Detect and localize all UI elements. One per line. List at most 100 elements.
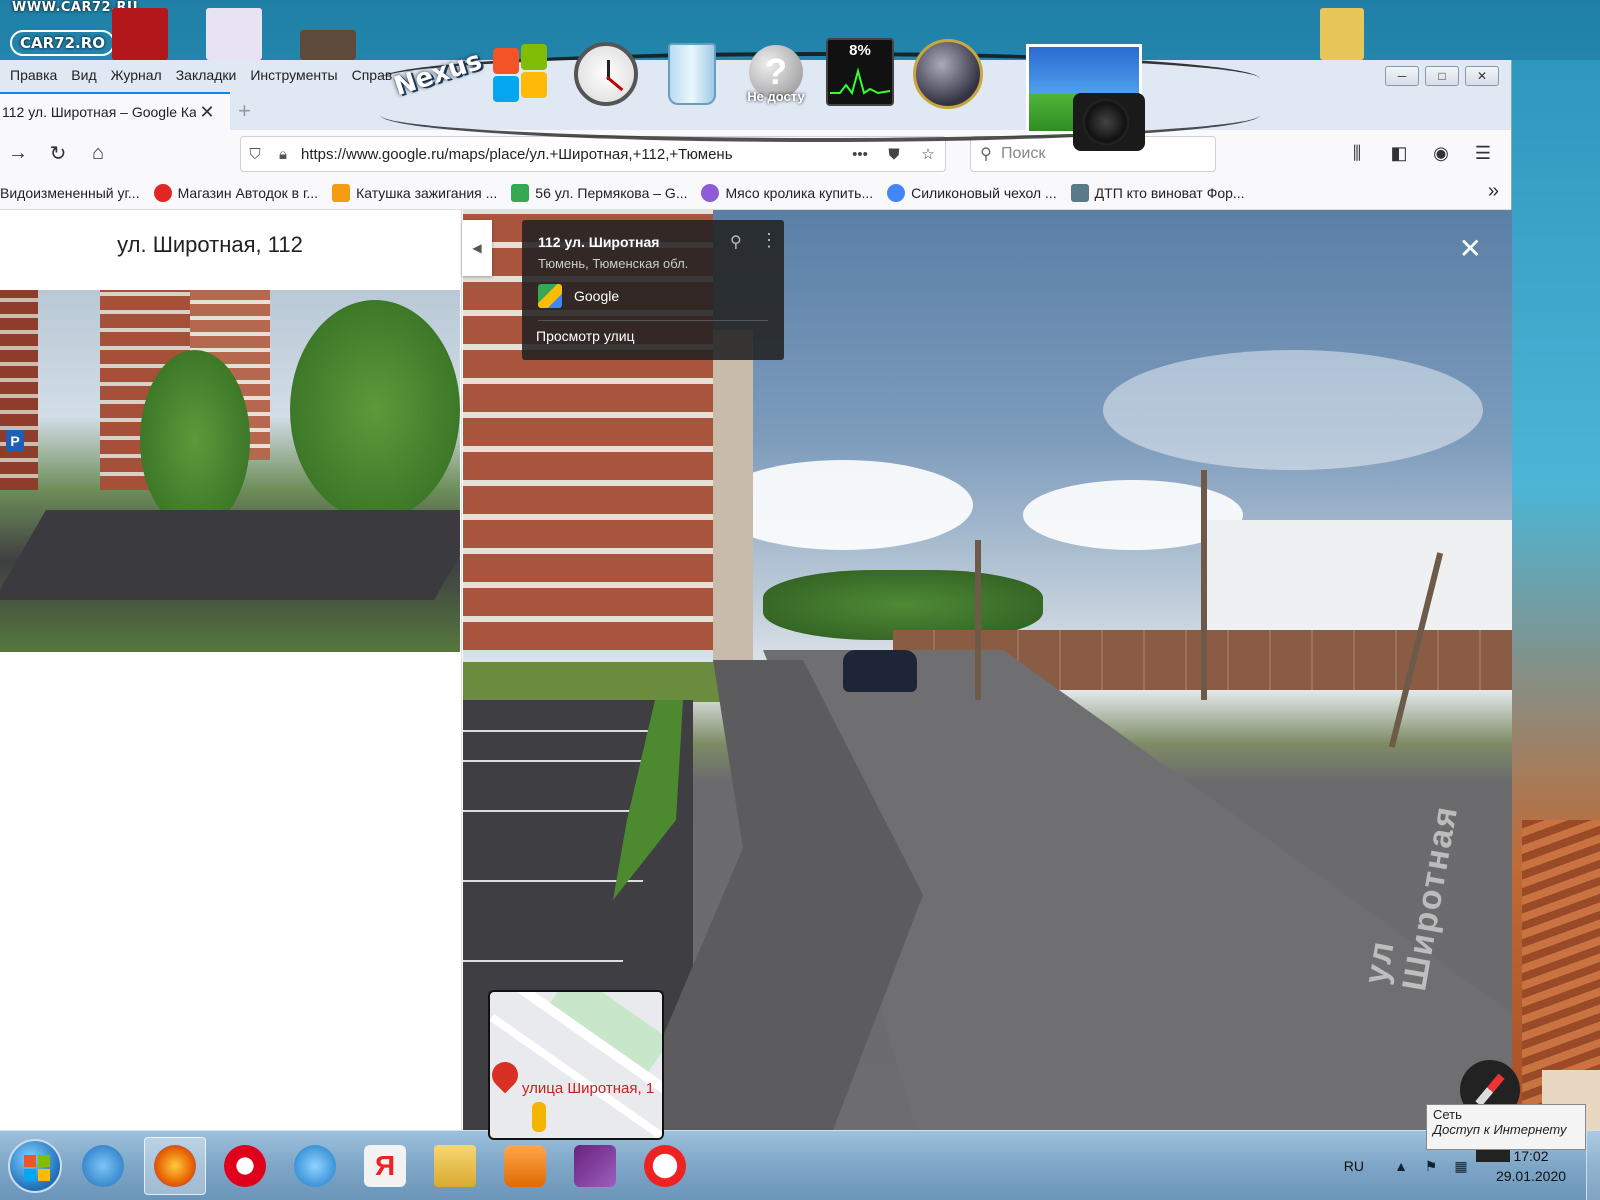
- address-info-card: 112 ул. Широтная Тюмень, Тюменская обл. …: [522, 220, 784, 360]
- bookmarks-overflow-icon[interactable]: »: [1488, 180, 1499, 203]
- tab-title: 112 ул. Широтная – Google Ка: [2, 104, 196, 120]
- place-title: ул. Широтная, 112: [117, 232, 303, 257]
- menu-view[interactable]: Вид: [64, 67, 103, 83]
- maximize-button[interactable]: □: [1425, 66, 1459, 86]
- google-maps-icon: [511, 183, 530, 202]
- photo-thumbnail-icon[interactable]: [300, 30, 356, 60]
- street-view-thumbnail[interactable]: P: [0, 290, 460, 652]
- library-icon[interactable]: ⫼: [1339, 136, 1375, 170]
- windows-flag-icon[interactable]: [485, 38, 557, 110]
- divider: [538, 320, 768, 321]
- file-explorer-icon[interactable]: [424, 1137, 486, 1195]
- clock-date: 29.01.2020: [1495, 1168, 1567, 1184]
- desktop-wallpaper-right: [1512, 60, 1600, 1130]
- help-icon[interactable]: ? Не досту: [740, 38, 812, 110]
- page-actions-icon[interactable]: •••: [843, 146, 877, 163]
- yandex-browser-icon[interactable]: [634, 1137, 696, 1195]
- minimap[interactable]: улица Широтная, 1: [488, 990, 664, 1140]
- menu-history[interactable]: Журнал: [104, 67, 169, 83]
- sidebar-icon[interactable]: ◧: [1381, 136, 1417, 170]
- page-content: ул. Широтная, 112 P ◀ ул Широтная ✕ 112 …: [0, 210, 1520, 1162]
- show-hidden-icons-icon[interactable]: ▲: [1386, 1158, 1416, 1174]
- map-pin-icon: [490, 1056, 524, 1094]
- media-player-icon[interactable]: [494, 1137, 556, 1195]
- visual-studio-icon[interactable]: [564, 1137, 626, 1195]
- bookmark-item[interactable]: Магазин Автодок в г...: [153, 183, 318, 202]
- forward-icon[interactable]: →: [0, 137, 36, 169]
- bookmark-item[interactable]: Катушка зажигания ...: [332, 183, 497, 202]
- language-indicator[interactable]: RU: [1344, 1158, 1364, 1174]
- action-center-icon[interactable]: ⚑: [1416, 1158, 1446, 1175]
- firefox-window: Правка Вид Журнал Закладки Инструменты С…: [0, 60, 1520, 1162]
- bookmark-item[interactable]: Видоизмененный уг...: [0, 185, 140, 201]
- close-window-button[interactable]: ✕: [1465, 66, 1499, 86]
- cpu-meter-widget[interactable]: 8%: [826, 38, 894, 106]
- yandex-icon[interactable]: Я: [354, 1137, 416, 1195]
- menu-bookmarks[interactable]: Закладки: [169, 67, 244, 83]
- menu-tools[interactable]: Инструменты: [243, 67, 344, 83]
- window-controls: ─ □ ✕: [1385, 66, 1499, 86]
- car-icon: [1070, 183, 1089, 202]
- help-label: Не досту: [747, 88, 805, 104]
- car: [843, 650, 917, 692]
- start-button[interactable]: [8, 1139, 62, 1193]
- tooltip-status: Доступ к Интернету: [1433, 1122, 1567, 1137]
- minimize-button[interactable]: ─: [1385, 66, 1419, 86]
- menu-edit[interactable]: Правка: [0, 67, 64, 83]
- more-options-icon[interactable]: ⋮: [760, 230, 778, 251]
- google-maps-icon: [538, 284, 562, 308]
- home-icon[interactable]: ⌂: [80, 137, 116, 169]
- minimap-pin-label: улица Широтная, 1: [522, 1080, 655, 1097]
- camera-icon[interactable]: [1026, 44, 1145, 151]
- network-icon[interactable]: ▦: [1446, 1158, 1476, 1175]
- bookmark-star-icon[interactable]: ☆: [911, 145, 945, 163]
- info-card-title: 112 ул. Широтная: [538, 234, 660, 250]
- search-icon: ⚲: [980, 146, 992, 163]
- opera-icon[interactable]: [214, 1137, 276, 1195]
- toolbar-right: ⫼ ◧ ◉ ☰: [1339, 136, 1501, 170]
- internet-explorer-icon[interactable]: [284, 1137, 346, 1195]
- bookmark-item[interactable]: Мясо кролика купить...: [701, 183, 873, 202]
- shield-icon[interactable]: ⛉: [241, 146, 269, 163]
- recycle-bin-icon[interactable]: [656, 38, 728, 110]
- url-text[interactable]: https://www.google.ru/maps/place/ул.+Шир…: [297, 146, 843, 163]
- desktop-dock: Nexus ? Не досту 8%: [380, 30, 1260, 151]
- avito-icon: [701, 183, 720, 202]
- account-icon[interactable]: ◉: [1423, 136, 1459, 170]
- show-desktop-button[interactable]: [1586, 1131, 1600, 1200]
- place-side-panel: ул. Широтная, 112 P: [0, 210, 462, 1130]
- bookmark-item[interactable]: ДТП кто виноват Фор...: [1070, 183, 1245, 202]
- hamburger-menu-icon[interactable]: ☰: [1465, 136, 1501, 170]
- site-logo-text: CAR72.RO: [10, 30, 116, 56]
- bookmark-item[interactable]: Силиконовый чехол ...: [887, 183, 1057, 202]
- cpu-graph-icon: [830, 67, 890, 96]
- perfume-icon[interactable]: [206, 8, 262, 60]
- pocket-icon[interactable]: ⛊: [877, 146, 911, 163]
- location-pin-icon[interactable]: ⚲: [730, 232, 742, 252]
- tooltip-title: Сеть: [1433, 1107, 1462, 1122]
- pegman-icon[interactable]: [532, 1102, 546, 1132]
- avtodoc-icon: [153, 183, 172, 202]
- reload-icon[interactable]: ↻: [40, 137, 76, 169]
- collapse-panel-button[interactable]: ◀: [462, 220, 492, 276]
- globe-icon[interactable]: [912, 38, 984, 110]
- tab-close-icon[interactable]: ✕: [196, 102, 218, 123]
- firefox-icon[interactable]: [144, 1137, 206, 1195]
- internet-explorer-icon[interactable]: [72, 1137, 134, 1195]
- new-tab-button[interactable]: +: [238, 98, 251, 124]
- search-placeholder: Поиск: [1001, 145, 1046, 162]
- lock-icon[interactable]: 🔒︎: [269, 146, 297, 163]
- road-marking-text: ул Широтная: [1356, 802, 1466, 994]
- provider-label[interactable]: Google: [574, 288, 619, 304]
- exist-icon: [332, 183, 351, 202]
- street-view-link[interactable]: Просмотр улиц: [536, 328, 635, 344]
- clock-icon[interactable]: [570, 38, 642, 110]
- avito-icon: [887, 183, 906, 202]
- folder-icon[interactable]: [1320, 8, 1364, 60]
- cpu-percent: 8%: [849, 42, 871, 59]
- close-street-view-icon[interactable]: ✕: [1459, 232, 1482, 265]
- tab-google-maps[interactable]: 112 ул. Широтная – Google Ка ✕: [0, 92, 230, 130]
- bookmark-item[interactable]: 56 ул. Пермякова – G...: [511, 183, 687, 202]
- parking-sign-icon: P: [6, 430, 24, 452]
- mcafee-icon[interactable]: [112, 8, 168, 60]
